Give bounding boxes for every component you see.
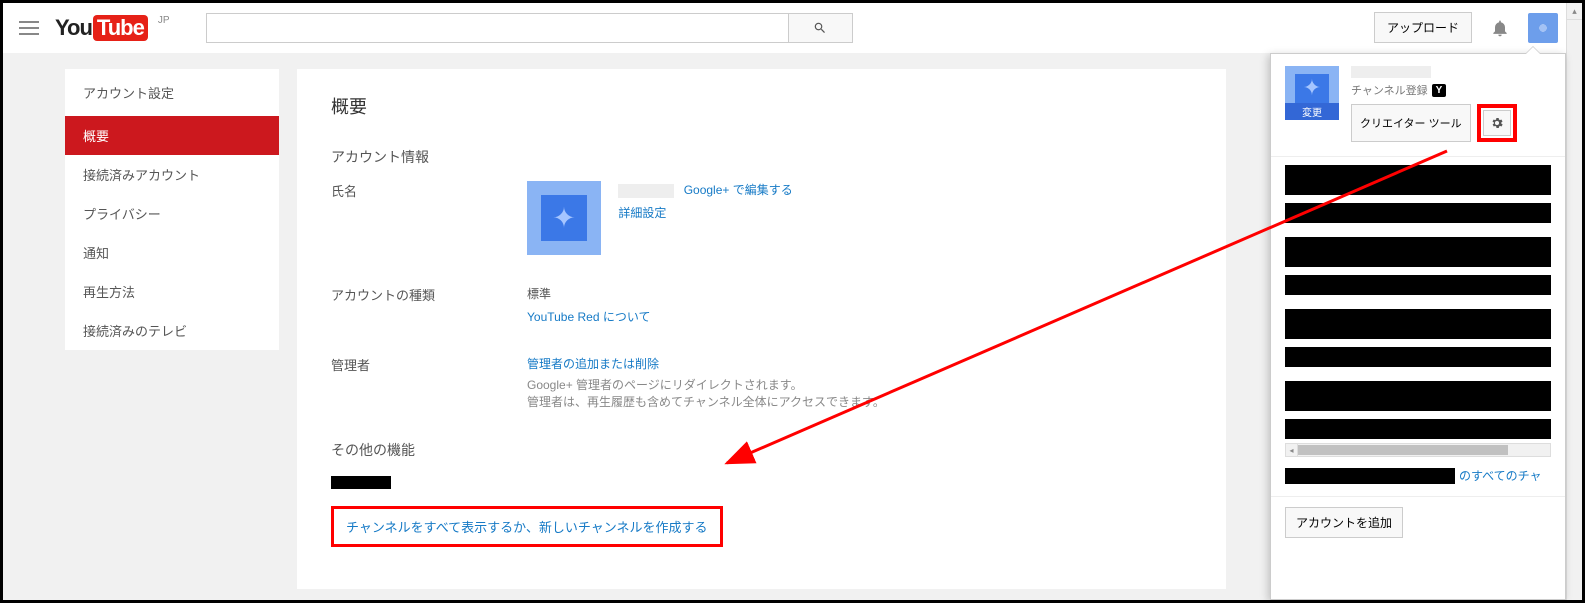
redacted-account-4b[interactable] [1285,419,1551,439]
main-content: 概要 アカウント情報 氏名 ✦ Google+ で編集する 詳細設定 [297,69,1226,589]
settings-sidebar: アカウント設定 概要 接続済みアカウント プライバシー 通知 再生方法 接続済み… [65,69,279,350]
admin-label: 管理者 [331,355,527,410]
search-button[interactable] [789,13,853,43]
youtube-red-link[interactable]: YouTube Red について [527,310,650,324]
admin-desc-2: 管理者は、再生履歴も含めてチャンネル全体にアクセスできます。 [527,393,1192,410]
redacted-link [331,476,391,489]
sidebar-title: アカウント設定 [65,69,279,116]
redacted-account-4[interactable] [1285,381,1551,411]
all-channels-link[interactable]: のすべてのチャ [1459,467,1542,484]
account-type-label: アカウントの種類 [331,285,527,325]
header: YouTube JP アップロード ✦ [3,3,1582,53]
sidebar-item-connected-accounts[interactable]: 接続済みアカウント [65,155,279,194]
edit-on-gplus-link[interactable]: Google+ で編集する [684,183,793,197]
sidebar-item-notifications[interactable]: 通知 [65,233,279,272]
add-account-button[interactable]: アカウントを追加 [1285,507,1403,538]
panel-avatar[interactable]: ✦ 変更 [1285,66,1339,120]
sidebar-item-privacy[interactable]: プライバシー [65,194,279,233]
sidebar-item-playback[interactable]: 再生方法 [65,272,279,311]
settings-gear-button[interactable] [1483,110,1511,136]
page-scrollbar[interactable] [1566,3,1582,600]
channel-avatar: ✦ [527,181,601,255]
redacted-channel-name [1351,66,1431,78]
redacted-name [618,184,674,198]
sidebar-item-connected-tv[interactable]: 接続済みのテレビ [65,311,279,350]
redacted-account-1b[interactable] [1285,203,1551,223]
notifications-icon[interactable] [1490,18,1510,38]
redacted-account-3b[interactable] [1285,347,1551,367]
region-label: JP [158,15,170,26]
popover-caret [1525,46,1541,54]
redacted-account-2b[interactable] [1285,275,1551,295]
section-other-features: その他の機能 [331,440,1192,460]
account-switcher-panel: ✦ 変更 チャンネル登録 Y クリエイター ツール [1270,53,1566,600]
redacted-email [1285,468,1455,484]
page-title: 概要 [331,93,1192,119]
search-input[interactable] [206,13,789,43]
youtube-badge: Y [1432,84,1447,97]
scroll-left-arrow[interactable]: ◂ [1286,444,1298,456]
upload-button[interactable]: アップロード [1374,12,1472,43]
subscribers-label: チャンネル登録 [1351,82,1428,98]
guide-menu-button[interactable] [19,21,39,35]
highlight-box-settings-gear [1477,104,1517,142]
creator-studio-button[interactable]: クリエイター ツール [1351,104,1471,142]
name-label: 氏名 [331,181,527,255]
admin-desc-1: Google+ 管理者のページにリダイレクトされます。 [527,376,1192,393]
redacted-account-3[interactable] [1285,309,1551,339]
scroll-thumb[interactable] [1298,445,1508,455]
panel-horizontal-scrollbar[interactable]: ◂ [1285,443,1551,457]
redacted-account-2[interactable] [1285,237,1551,267]
search-icon [813,21,827,35]
view-all-channels-link[interactable]: チャンネルをすべて表示するか、新しいチャンネルを作成する [346,520,708,535]
change-avatar-button[interactable]: 変更 [1285,103,1339,120]
account-type-value: 標準 [527,285,1192,302]
admin-add-remove-link[interactable]: 管理者の追加または削除 [527,357,659,371]
sidebar-item-overview[interactable]: 概要 [65,116,279,155]
section-account-info: アカウント情報 [331,147,1192,167]
account-avatar[interactable]: ✦ [1528,13,1558,43]
gear-icon [1490,116,1504,130]
youtube-logo[interactable]: YouTube [55,15,148,41]
advanced-settings-link[interactable]: 詳細設定 [618,206,666,220]
redacted-account-1[interactable] [1285,165,1551,195]
highlight-box-channel-link: チャンネルをすべて表示するか、新しいチャンネルを作成する [331,506,723,547]
